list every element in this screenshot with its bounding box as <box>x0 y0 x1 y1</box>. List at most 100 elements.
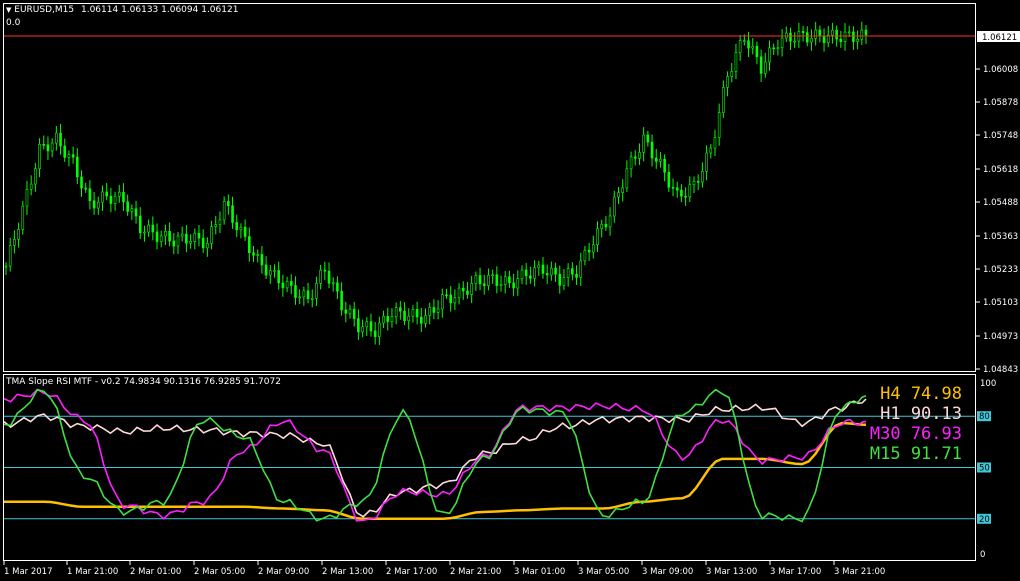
candle-body <box>17 229 20 240</box>
candle-body <box>365 321 369 328</box>
candle-body <box>373 330 377 337</box>
candle-body <box>428 307 432 316</box>
candle-body <box>323 269 327 272</box>
chevron-down-icon[interactable]: ▼ <box>6 6 11 14</box>
candle-body <box>638 152 641 159</box>
chart-canvas[interactable]: 1.06121 1.06008 1.05878 1.05748 1.05618 1.05… <box>0 0 1020 581</box>
candle-body <box>772 47 776 50</box>
time-tick-label: 3 Mar 21:00 <box>834 567 885 577</box>
candle-body <box>25 188 29 207</box>
candle-body <box>436 308 440 313</box>
candle-body <box>713 137 717 149</box>
candle-body <box>537 264 541 269</box>
candle-body <box>390 316 394 322</box>
candle-body <box>302 290 306 298</box>
rsi-tick-label: 80 <box>979 412 990 422</box>
candle-body <box>684 195 687 198</box>
candle-body <box>516 278 520 289</box>
candle-body <box>508 276 511 284</box>
candle-body <box>814 29 817 39</box>
candle-body <box>138 215 142 234</box>
ohlc-values: 1.06114 1.06133 1.06094 1.06121 <box>80 5 239 15</box>
rsi-tick-label: 100 <box>980 379 996 389</box>
candle-body <box>759 56 763 74</box>
price-tick-label: 1.05363 <box>983 232 1018 242</box>
candle-body <box>596 228 599 246</box>
price-tick-label: 1.05103 <box>983 298 1018 308</box>
time-tick-label: 1 Mar 2017 <box>4 567 52 577</box>
candle-body <box>617 192 620 198</box>
candle-body <box>151 224 155 233</box>
candle-body <box>21 205 25 230</box>
candle-body <box>159 235 163 242</box>
rsi-legend: H4 74.98H1 90.13M30 76.93M15 91.71 <box>870 384 962 464</box>
candle-body <box>155 231 159 242</box>
candle-body <box>424 315 427 324</box>
candle-body <box>38 144 41 170</box>
candle-body <box>411 309 415 317</box>
candle-body <box>59 132 62 147</box>
candle-body <box>629 156 633 170</box>
candle-body <box>126 201 129 212</box>
candle-body <box>214 224 218 227</box>
candle-body <box>831 29 834 36</box>
candle-body <box>369 321 373 332</box>
candle-body <box>701 170 704 183</box>
candle-body <box>633 156 637 159</box>
candle-body <box>726 76 729 88</box>
candle-body <box>210 226 213 244</box>
candle-body <box>227 201 230 207</box>
candle-body <box>789 32 792 42</box>
candle-body <box>172 240 176 247</box>
candle-body <box>134 208 138 217</box>
candle-body <box>168 231 171 242</box>
time-tick-label: 3 Mar 05:00 <box>578 567 629 577</box>
candle-body <box>29 183 33 190</box>
candle-body <box>117 191 121 197</box>
candle-body <box>747 40 750 49</box>
current-price-tag: 1.06121 <box>982 33 1017 43</box>
legend-m30: M30 76.93 <box>870 424 962 444</box>
candle-body <box>642 134 645 153</box>
candle-body <box>734 52 738 72</box>
candle-body <box>185 233 188 244</box>
candle-body <box>298 296 301 299</box>
candle-body <box>755 45 759 58</box>
candle-body <box>495 274 499 286</box>
candle-body <box>201 237 205 249</box>
candle-body <box>361 326 364 333</box>
candle-body <box>692 181 696 186</box>
candle-body <box>650 141 654 159</box>
candle-body <box>835 29 838 40</box>
legend-h4: H4 74.98 <box>880 384 962 404</box>
candle-body <box>478 275 482 285</box>
symbol-name: EURUSD,M15 <box>14 5 75 15</box>
candle-body <box>340 290 343 311</box>
time-axis: 1 Mar 2017 1 Mar 21:00 2 Mar 01:00 2 Mar 05… <box>3 561 885 577</box>
time-tick-label: 1 Mar 21:00 <box>67 567 118 577</box>
candle-body <box>273 270 276 272</box>
candle-body <box>445 294 448 297</box>
candle-body <box>474 275 478 284</box>
candle-body <box>575 273 578 278</box>
candle-body <box>621 187 624 193</box>
rsi-tick-label: 50 <box>979 464 990 474</box>
candle-body <box>344 309 348 314</box>
candle-body <box>688 184 692 198</box>
candle-body <box>764 61 767 74</box>
candle-body <box>315 282 318 299</box>
price-axis: 1.06008 1.05878 1.05748 1.05618 1.05488 1.053… <box>975 65 1018 375</box>
candle-body <box>453 297 457 304</box>
candle-body <box>231 205 234 223</box>
candle-body <box>67 154 71 158</box>
candle-body <box>541 264 545 274</box>
time-tick-label: 2 Mar 17:00 <box>386 567 437 577</box>
candle-body <box>415 309 419 318</box>
candle-body <box>608 215 612 228</box>
candle-body <box>550 267 553 276</box>
candle-body <box>8 245 12 267</box>
candle-body <box>63 145 67 158</box>
candle-body <box>235 222 239 231</box>
symbol-header[interactable]: ▼ EURUSD,M15 1.06114 1.06133 1.06094 1.0… <box>6 5 238 15</box>
candle-body <box>722 86 725 113</box>
